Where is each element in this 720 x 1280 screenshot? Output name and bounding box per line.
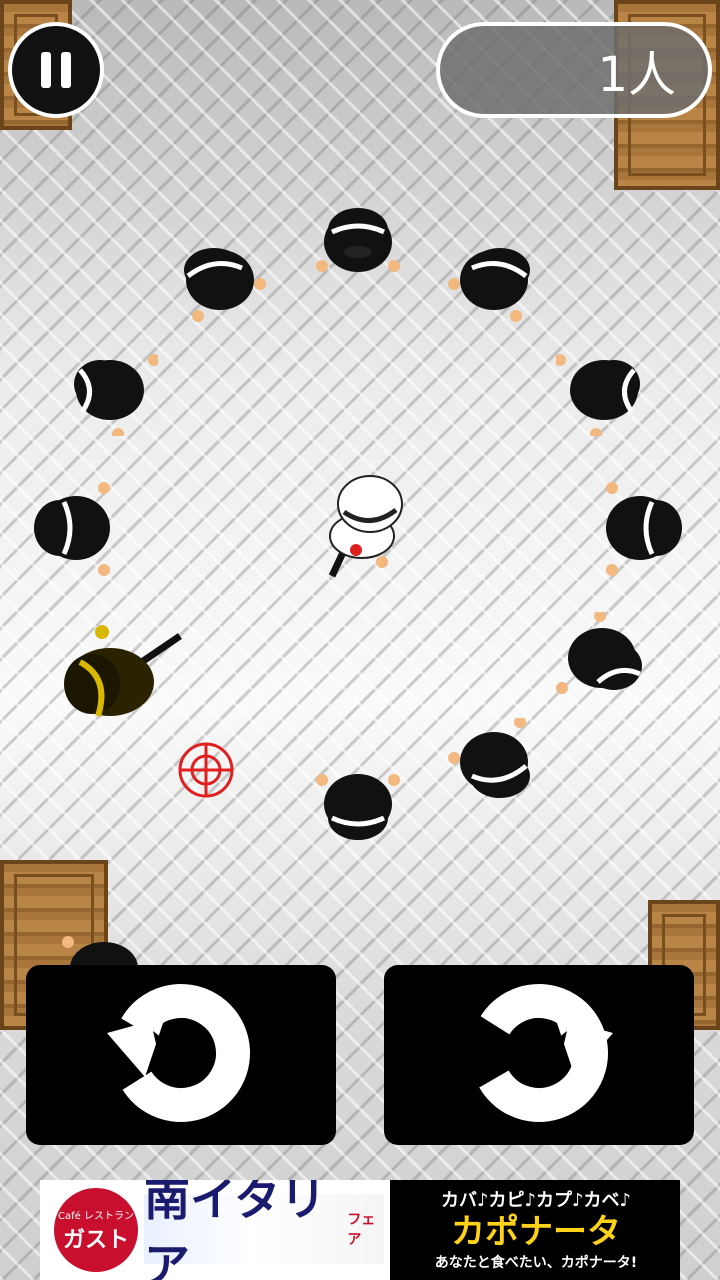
enemy-agent: [172, 228, 268, 324]
enemy-agent: [310, 190, 406, 286]
rival-agent: [46, 622, 186, 732]
enemy-agent: [62, 340, 158, 436]
ad-right-panel: カバ♪カピ♪カプ♪カベ♪ カポナータ あなたと食べたい、カポナータ!: [392, 1180, 680, 1280]
pause-icon: [36, 52, 76, 88]
enemy-agent: [60, 928, 140, 968]
enemy-agent: [446, 228, 542, 324]
brand-logo: Café レストラン ガスト: [54, 1188, 138, 1272]
enemy-agent: [446, 718, 542, 814]
enemy-agent: [596, 480, 692, 576]
counter-label: 1人: [597, 47, 676, 103]
rotate-counterclockwise-icon: [101, 973, 261, 1137]
ad-tagline: あなたと食べたい、カポナータ!: [434, 1255, 638, 1271]
enemy-agent: [24, 480, 120, 576]
brand-name: ガスト: [62, 1227, 129, 1253]
enemy-agent: [310, 760, 406, 856]
pause-button[interactable]: [8, 22, 104, 118]
enemy-agent: [556, 612, 652, 708]
enemy-agent: [556, 340, 652, 436]
ad-product-name: カポナータ: [451, 1212, 621, 1252]
crosshair-icon: [176, 740, 236, 800]
fair-tag: フェア: [347, 1212, 376, 1248]
fair-title: 南イタリア フェア: [144, 1180, 384, 1280]
advertisement-banner[interactable]: Café レストラン ガスト 南イタリア フェア カバ♪カピ♪カプ♪カベ♪ カポ…: [40, 1180, 680, 1280]
ad-jingle: カバ♪カピ♪カプ♪カベ♪: [441, 1190, 631, 1211]
rotate-clockwise-icon: [459, 973, 619, 1137]
fair-title-text: 南イタリア: [144, 1180, 327, 1280]
rotate-right-button[interactable]: [384, 965, 694, 1145]
ad-left-panel: Café レストラン ガスト 南イタリア フェア: [40, 1180, 390, 1280]
brand-subtitle: Café レストラン: [58, 1210, 134, 1222]
rotate-left-button[interactable]: [26, 965, 336, 1145]
player-character: [312, 466, 412, 580]
enemy-counter: 1人: [436, 22, 712, 118]
